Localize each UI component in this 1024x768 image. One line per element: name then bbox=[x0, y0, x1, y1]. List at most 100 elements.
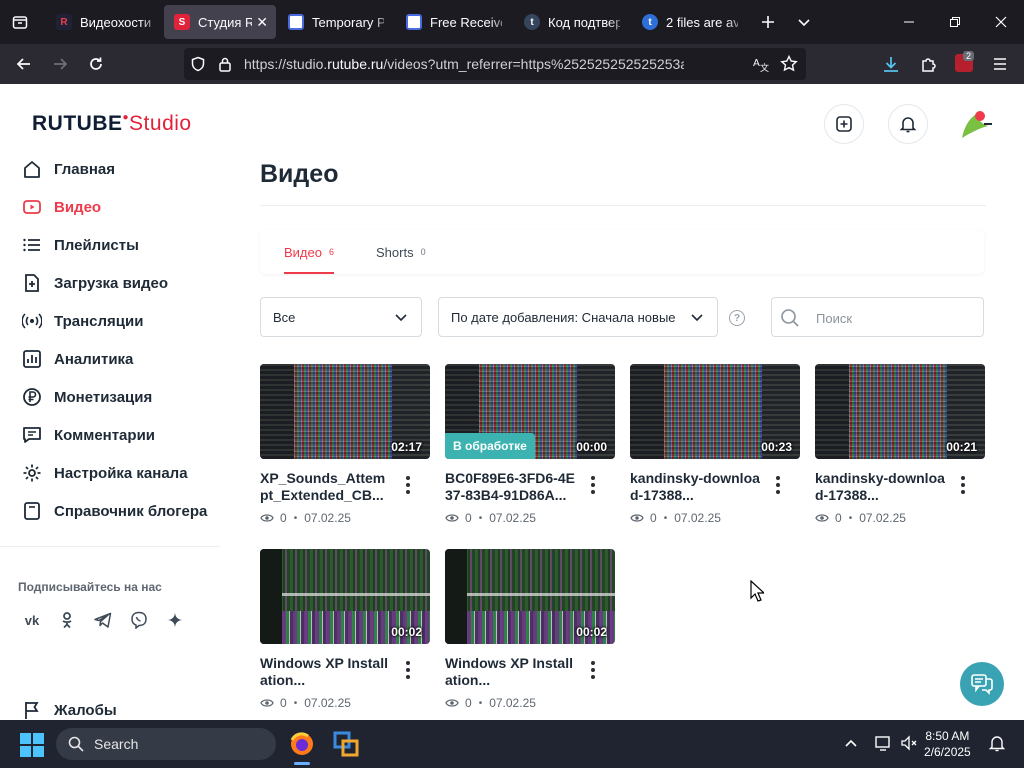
avatar[interactable] bbox=[956, 104, 996, 144]
viber-icon[interactable] bbox=[125, 606, 153, 634]
video-title[interactable]: kandinsky-download-17388... bbox=[815, 470, 947, 506]
sort-select-value: По дате добавления: Сначала новые bbox=[451, 309, 676, 325]
video-title[interactable]: kandinsky-download-17388... bbox=[630, 470, 762, 506]
vk-icon[interactable]: vk bbox=[18, 606, 46, 634]
browser-tab[interactable]: Free Receive SMS bbox=[396, 5, 512, 39]
tab-list-icon[interactable] bbox=[0, 0, 40, 44]
sidebar-item[interactable]: Загрузка видео bbox=[0, 264, 220, 302]
sidebar-item[interactable]: Главная bbox=[0, 150, 220, 188]
forward-arrow-icon[interactable] bbox=[42, 48, 78, 80]
search-input[interactable] bbox=[816, 308, 966, 328]
sidebar-item-label: Главная bbox=[54, 160, 116, 178]
notifications-bell-icon[interactable] bbox=[988, 734, 1006, 757]
network-monitor-icon[interactable] bbox=[874, 734, 892, 757]
video-title[interactable]: Windows XP Installation... bbox=[260, 655, 392, 691]
minimize-window-icon[interactable] bbox=[886, 0, 932, 44]
video-meta: 0 • 07.02.25 bbox=[260, 696, 351, 710]
page-title: Видео bbox=[260, 160, 339, 188]
create-button[interactable] bbox=[824, 104, 864, 144]
close-tab-icon[interactable]: ✕ bbox=[256, 14, 268, 31]
browser-tab[interactable]: S Студия RUTUBE✕ bbox=[164, 5, 276, 39]
taskbar-search[interactable]: Search bbox=[56, 728, 276, 760]
tracking-shield-icon[interactable] bbox=[190, 56, 206, 77]
more-options-icon[interactable] bbox=[400, 659, 416, 681]
bookmark-star-icon[interactable] bbox=[780, 54, 798, 78]
clock[interactable]: 8:50 AM 2/6/2025 bbox=[924, 728, 971, 760]
extensions-puzzle-icon[interactable] bbox=[920, 55, 938, 78]
filter-select-value: Все bbox=[273, 309, 296, 325]
sidebar-item[interactable]: Монетизация bbox=[0, 378, 220, 416]
sidebar-item[interactable]: Настройка канала bbox=[0, 454, 220, 492]
shield-page-icon bbox=[406, 14, 422, 30]
sidebar-item[interactable]: Комментарии bbox=[0, 416, 220, 454]
shield-page-icon bbox=[288, 14, 304, 30]
sidebar-item[interactable]: Трансляции bbox=[0, 302, 220, 340]
tumblr-icon: t bbox=[642, 14, 658, 30]
downloads-icon[interactable] bbox=[882, 55, 900, 78]
sidebar-item-complaints[interactable]: Жалобы bbox=[22, 698, 117, 720]
sidebar-item[interactable]: Аналитика bbox=[0, 340, 220, 378]
video-duration: 00:02 bbox=[576, 625, 607, 639]
translate-icon[interactable]: A文 bbox=[752, 55, 770, 78]
url-domain: rutube.ru bbox=[327, 56, 384, 72]
windows-start-icon[interactable] bbox=[20, 733, 44, 762]
dzen-icon[interactable] bbox=[161, 606, 189, 634]
video-thumbnail[interactable]: 00:23 bbox=[630, 364, 800, 459]
video-thumbnail[interactable]: 02:17 bbox=[260, 364, 430, 459]
new-tab-button[interactable] bbox=[750, 5, 786, 39]
browser-tab[interactable]: R Видеохостинг bbox=[46, 5, 162, 39]
support-chat-button[interactable] bbox=[960, 662, 1004, 706]
virtualbox-taskbar-icon[interactable] bbox=[332, 730, 360, 758]
tray-chevron-up-icon[interactable] bbox=[844, 736, 858, 755]
url-text[interactable]: https://studio.rutube.ru/videos?utm_refe… bbox=[244, 56, 684, 72]
video-thumbnail[interactable]: 00:21 bbox=[815, 364, 985, 459]
rutube-studio-logo[interactable]: RUTUBE●Studio bbox=[32, 112, 192, 136]
video-card: 02:17 XP_Sounds_Attempt_Extended_CB... 0 • 0… bbox=[260, 364, 430, 544]
sidebar-item[interactable]: Справочник блогера bbox=[0, 492, 220, 530]
more-options-icon[interactable] bbox=[955, 474, 971, 496]
video-duration: 00:00 bbox=[576, 440, 607, 454]
video-thumbnail[interactable]: 00:02 bbox=[260, 549, 430, 644]
browser-tab[interactable]: Temporary Phone bbox=[278, 5, 394, 39]
reload-icon[interactable] bbox=[78, 48, 114, 80]
search-icon[interactable] bbox=[780, 308, 800, 333]
more-options-icon[interactable] bbox=[585, 659, 601, 681]
tab-overflow-chevron-icon[interactable] bbox=[786, 5, 822, 39]
url-prefix: https://studio. bbox=[244, 56, 328, 72]
tab-videos[interactable]: Видео 6 bbox=[284, 230, 334, 274]
menu-hamburger-icon[interactable] bbox=[992, 56, 1008, 77]
sidebar-item-label: Трансляции bbox=[54, 312, 144, 330]
more-options-icon[interactable] bbox=[400, 474, 416, 496]
firefox-taskbar-icon[interactable] bbox=[288, 730, 316, 765]
view-count: 0 bbox=[280, 696, 287, 710]
tab-shorts[interactable]: Shorts 0 bbox=[376, 230, 426, 274]
close-window-icon[interactable] bbox=[978, 0, 1024, 44]
sidebar-item-label: Аналитика bbox=[54, 350, 134, 368]
sort-select[interactable]: По дате добавления: Сначала новые bbox=[438, 297, 718, 337]
comment-icon bbox=[22, 425, 42, 445]
video-thumbnail[interactable]: 00:02 bbox=[445, 549, 615, 644]
video-card: 00:02 Windows XP Installation... 0 • 07.02.2… bbox=[445, 549, 615, 720]
volume-muted-icon[interactable] bbox=[900, 734, 918, 757]
filter-select[interactable]: Все bbox=[260, 297, 422, 337]
video-title[interactable]: Windows XP Installation... bbox=[445, 655, 577, 691]
video-thumbnail[interactable]: В обработке 00:00 bbox=[445, 364, 615, 459]
help-icon[interactable]: ? bbox=[729, 310, 745, 326]
more-options-icon[interactable] bbox=[770, 474, 786, 496]
restore-window-icon[interactable] bbox=[932, 0, 978, 44]
browser-tab[interactable]: t 2 files are avail bbox=[632, 5, 748, 39]
sidebar-item[interactable]: Плейлисты bbox=[0, 226, 220, 264]
telegram-icon[interactable] bbox=[89, 606, 117, 634]
video-title[interactable]: XP_Sounds_Attempt_Extended_CB... bbox=[260, 470, 392, 506]
clock-date: 2/6/2025 bbox=[924, 745, 971, 759]
lock-icon[interactable] bbox=[218, 56, 232, 77]
video-title[interactable]: BC0F89E6-3FD6-4E37-83B4-91D86A... bbox=[445, 470, 577, 506]
browser-tab[interactable]: t Код подтвержд bbox=[514, 5, 630, 39]
address-bar[interactable]: https://studio.rutube.ru/videos?utm_refe… bbox=[184, 48, 806, 80]
more-options-icon[interactable] bbox=[585, 474, 601, 496]
sidebar-item[interactable]: Видео bbox=[0, 188, 220, 226]
odnoklassniki-icon[interactable] bbox=[53, 606, 81, 634]
video-meta: 0 • 07.02.25 bbox=[260, 511, 351, 525]
notifications-button[interactable] bbox=[888, 104, 928, 144]
back-arrow-icon[interactable] bbox=[6, 48, 42, 80]
